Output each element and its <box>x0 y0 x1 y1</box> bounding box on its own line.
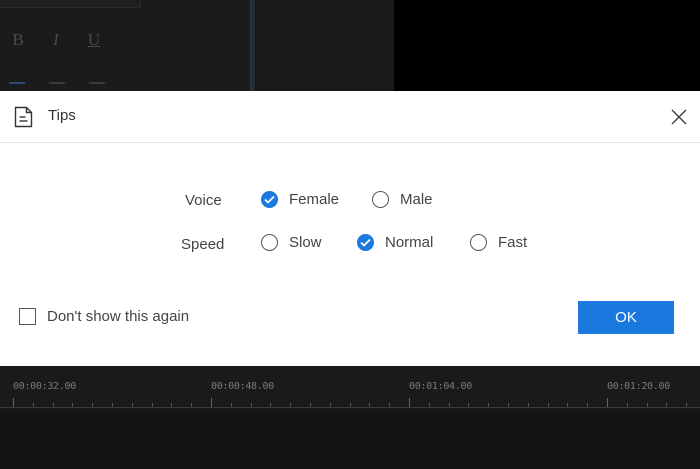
radio-checked-icon <box>357 234 374 251</box>
option-label: Slow <box>289 234 322 251</box>
video-preview <box>394 0 700 92</box>
speed-label: Speed <box>181 236 225 253</box>
ok-button[interactable]: OK <box>578 301 674 334</box>
radio-unchecked-icon <box>261 234 278 251</box>
timeline: 00:00:32.00 00:00:48.00 00:01:04.00 00:0… <box>0 366 700 469</box>
underline-button[interactable]: U <box>85 30 103 50</box>
ruler-label: 00:01:04.00 <box>409 381 472 392</box>
speed-normal-radio[interactable]: Normal <box>357 234 433 251</box>
ruler-tick <box>409 398 410 407</box>
ruler-label: 00:00:32.00 <box>13 381 76 392</box>
ruler-label: 00:01:20.00 <box>607 381 670 392</box>
tips-dialog: Tips Voice Female Male Speed Slow Normal… <box>0 91 700 366</box>
speed-fast-radio[interactable]: Fast <box>470 234 527 251</box>
dont-show-again-label: Don't show this again <box>47 308 190 325</box>
ruler-tick <box>13 398 14 407</box>
bold-button[interactable]: B <box>9 30 27 50</box>
speed-slow-radio[interactable]: Slow <box>261 234 322 251</box>
dialog-header: Tips <box>0 91 700 143</box>
align-left-icon[interactable] <box>9 82 25 90</box>
radio-unchecked-icon <box>372 191 389 208</box>
dialog-title: Tips <box>48 107 76 124</box>
voice-female-radio[interactable]: Female <box>261 191 339 208</box>
align-center-icon[interactable] <box>49 82 65 90</box>
ruler-label: 00:00:48.00 <box>211 381 274 392</box>
ruler-tick <box>607 398 608 407</box>
panel-splitter[interactable] <box>250 0 255 92</box>
close-icon[interactable] <box>668 106 690 128</box>
dont-show-again-checkbox[interactable]: Don't show this again <box>19 308 189 325</box>
media-panel <box>256 0 394 92</box>
checkbox-box <box>19 308 36 325</box>
text-properties-panel: B I U <box>0 0 252 92</box>
voice-male-radio[interactable]: Male <box>372 191 433 208</box>
italic-button[interactable]: I <box>47 30 65 50</box>
option-label: Fast <box>498 234 528 251</box>
document-icon <box>14 106 33 128</box>
ruler-tick <box>211 398 212 407</box>
radio-checked-icon <box>261 191 278 208</box>
option-label: Male <box>400 191 433 208</box>
option-label: Normal <box>385 234 434 251</box>
voice-label: Voice <box>185 192 222 209</box>
ruler-baseline <box>0 407 700 408</box>
align-right-icon[interactable] <box>89 82 105 90</box>
option-label: Female <box>289 191 340 208</box>
text-input-box[interactable] <box>0 0 141 8</box>
radio-unchecked-icon <box>470 234 487 251</box>
timeline-ruler[interactable]: 00:00:32.00 00:00:48.00 00:01:04.00 00:0… <box>0 366 700 411</box>
